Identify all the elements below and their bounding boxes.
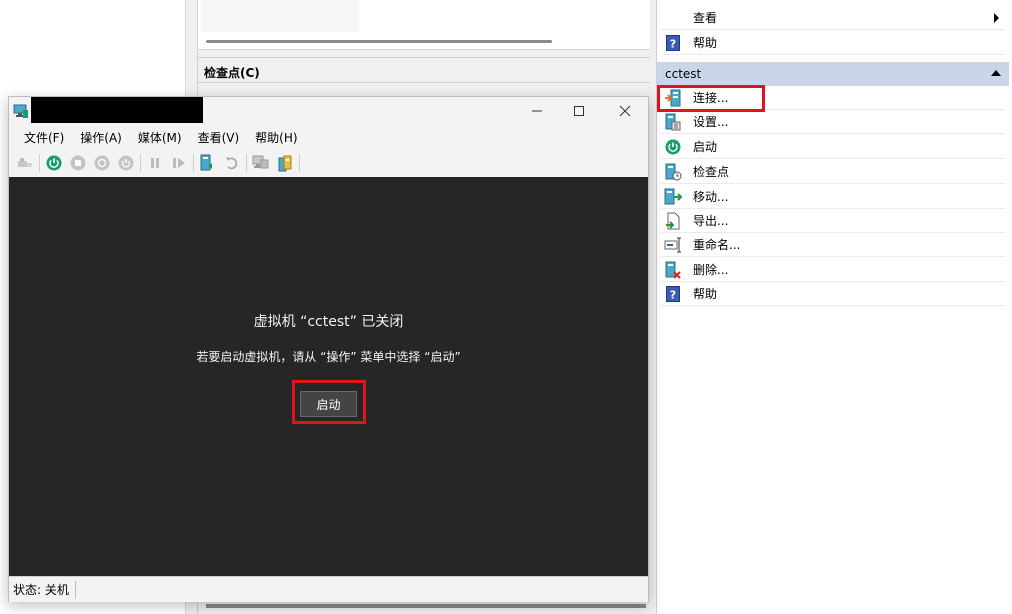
rename-icon xyxy=(663,235,683,255)
action-start[interactable]: 启动 xyxy=(661,135,1005,159)
maximize-button[interactable] xyxy=(556,97,602,125)
action-help-label: 帮助 xyxy=(693,36,718,50)
vm-connection-window: 文件(F) 操作(A) 媒体(M) 查看(V) 帮助(H) 虚拟机 “cctes… xyxy=(8,96,649,602)
action-move-label: 移动... xyxy=(693,190,729,204)
menu-media[interactable]: 媒体(M) xyxy=(130,129,190,146)
pause-icon xyxy=(151,158,159,168)
action-checkpoint-label: 检查点 xyxy=(693,165,730,179)
move-icon xyxy=(663,187,683,207)
menu-help[interactable]: 帮助(H) xyxy=(247,129,305,146)
export-icon xyxy=(663,211,683,231)
minimize-icon xyxy=(532,110,542,112)
menu-file[interactable]: 文件(F) xyxy=(16,129,72,146)
ctrl-alt-del-button[interactable] xyxy=(13,151,37,175)
action-rename[interactable]: 重命名... xyxy=(661,233,1005,257)
share-icon xyxy=(278,155,292,172)
action-start-label: 启动 xyxy=(693,140,718,154)
vm-start-hint: 若要启动虚拟机，请从 “操作” 菜单中选择 “启动” xyxy=(196,350,461,364)
toolbar-separator xyxy=(193,154,194,172)
minimize-button[interactable] xyxy=(514,97,560,125)
submenu-arrow-icon xyxy=(994,13,999,23)
toolbar-separator xyxy=(299,154,300,172)
vm-status-text: 状态: 关机 xyxy=(13,583,69,597)
action-export-label: 导出... xyxy=(693,214,729,228)
vm-display[interactable]: 虚拟机 “cctest” 已关闭 若要启动虚拟机，请从 “操作” 菜单中选择 “… xyxy=(9,177,648,576)
stop-icon xyxy=(70,155,86,171)
power-icon xyxy=(46,155,62,171)
svg-text:?: ? xyxy=(670,37,676,50)
status-separator xyxy=(74,580,76,599)
status-bar: 状态: 关机 xyxy=(9,576,648,602)
maximize-icon xyxy=(574,106,584,116)
vm-off-message: 虚拟机 “cctest” 已关闭 xyxy=(253,314,404,330)
close-button[interactable] xyxy=(602,97,648,125)
desktop: 检查点(C) 查看 ? 帮助 cctest 连接... 设置... 启动 检查点… xyxy=(0,0,1012,614)
action-delete-label: 删除... xyxy=(693,263,729,277)
undo-icon xyxy=(226,157,238,170)
action-connect-label: 连接... xyxy=(693,91,729,105)
help-icon: ? xyxy=(663,284,683,304)
close-icon xyxy=(619,105,631,117)
connect-icon xyxy=(663,88,683,108)
checkpoint-icon xyxy=(663,162,683,182)
toolbar-separator xyxy=(39,154,40,172)
action-settings-label: 设置... xyxy=(693,115,729,129)
svg-text:?: ? xyxy=(670,288,676,301)
collapse-icon[interactable] xyxy=(991,70,1001,76)
actions-pane: 查看 ? 帮助 cctest 连接... 设置... 启动 检查点 移动... … xyxy=(656,0,1012,614)
start-button[interactable]: 启动 xyxy=(300,391,357,417)
turn-off-button[interactable] xyxy=(66,151,90,175)
ctrl-alt-del-icon xyxy=(18,158,32,167)
vm-section-header[interactable]: cctest xyxy=(657,62,1009,86)
shutdown-icon xyxy=(94,155,110,171)
delete-icon xyxy=(663,260,683,280)
enhanced-session-icon xyxy=(252,155,269,169)
revert-button[interactable] xyxy=(220,151,244,175)
vm-section-title: cctest xyxy=(665,67,702,81)
window-titlebar[interactable] xyxy=(9,97,648,125)
action-checkpoint[interactable]: 检查点 xyxy=(661,160,1005,184)
horizontal-scrollbar[interactable] xyxy=(206,40,552,43)
vm-menubar: 文件(F) 操作(A) 媒体(M) 查看(V) 帮助(H) xyxy=(9,125,648,149)
action-help-vm-label: 帮助 xyxy=(693,287,718,301)
help-icon: ? xyxy=(663,33,683,53)
resume-icon xyxy=(173,158,185,168)
menu-action[interactable]: 操作(A) xyxy=(72,129,130,146)
pause-button[interactable] xyxy=(143,151,167,175)
save-state-button[interactable] xyxy=(114,151,138,175)
toolbar-separator xyxy=(140,154,141,172)
bottom-scrollbar[interactable] xyxy=(206,604,646,608)
power-icon xyxy=(663,137,683,157)
action-settings[interactable]: 设置... xyxy=(661,110,1005,134)
resume-button[interactable] xyxy=(167,151,191,175)
action-move[interactable]: 移动... xyxy=(661,185,1005,209)
share-button[interactable] xyxy=(273,151,297,175)
action-help-top[interactable]: ? 帮助 xyxy=(661,31,1005,55)
start-toolbar-button[interactable] xyxy=(42,151,66,175)
action-view[interactable]: 查看 xyxy=(661,6,1005,30)
action-rename-label: 重命名... xyxy=(693,238,741,252)
action-delete[interactable]: 删除... xyxy=(661,258,1005,282)
action-help[interactable]: ? 帮助 xyxy=(661,282,1005,306)
settings-icon xyxy=(663,112,683,132)
action-export[interactable]: 导出... xyxy=(661,209,1005,233)
redacted-window-title xyxy=(31,97,203,123)
action-connect[interactable]: 连接... xyxy=(661,86,1005,110)
view-icon xyxy=(663,8,683,28)
toolbar-separator xyxy=(246,154,247,172)
vm-connect-app-icon xyxy=(13,103,29,119)
menu-view[interactable]: 查看(V) xyxy=(190,129,248,146)
vm-toolbar xyxy=(9,149,648,177)
vm-list-column xyxy=(201,0,359,32)
checkpoint-toolbar-button[interactable] xyxy=(196,151,220,175)
checkpoint-icon xyxy=(200,154,212,171)
checkpoints-header: 检查点(C) xyxy=(198,57,650,83)
action-view-label: 查看 xyxy=(693,11,718,25)
save-state-icon xyxy=(118,155,134,171)
vm-list-panel xyxy=(198,0,650,50)
shutdown-button[interactable] xyxy=(90,151,114,175)
enhanced-session-button[interactable] xyxy=(249,151,273,175)
